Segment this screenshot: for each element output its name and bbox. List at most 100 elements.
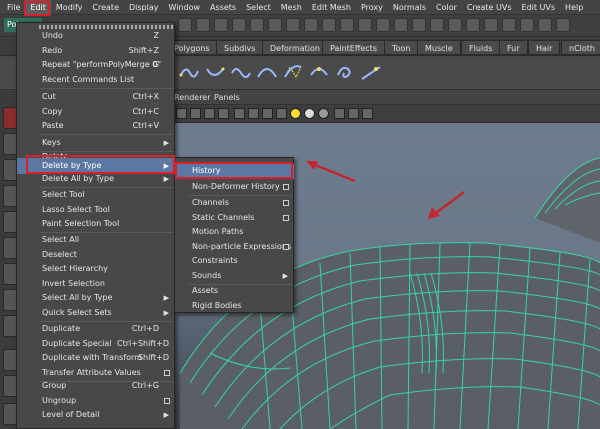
menu-item-redo[interactable]: Redo Shift+Z [17, 44, 175, 59]
option-box-icon[interactable] [283, 243, 289, 250]
menu-item-invert-selection[interactable]: Invert Selection [17, 277, 175, 292]
input-ops-icon[interactable] [376, 18, 390, 32]
panel-menu-panels[interactable]: Panels [214, 91, 240, 105]
tab-subdivs[interactable]: Subdivs [216, 40, 264, 55]
submenu-item-static-channels[interactable]: Static Channels [175, 211, 294, 226]
menu-item-select-hierarchy[interactable]: Select Hierarchy [17, 262, 175, 277]
xray-joints-icon[interactable] [362, 108, 373, 119]
outliner-icon[interactable] [502, 18, 516, 32]
menu-assets[interactable]: Assets [205, 0, 241, 15]
menu-help[interactable]: Help [560, 0, 588, 15]
submenu-item-constraints[interactable]: Constraints [175, 254, 294, 269]
menu-edit-uvs[interactable]: Edit UVs [517, 0, 561, 15]
menu-edit-mesh[interactable]: Edit Mesh [307, 0, 356, 15]
tab-toon[interactable]: Toon [384, 40, 419, 55]
tool-settings-icon[interactable] [466, 18, 480, 32]
menu-create[interactable]: Create [87, 0, 124, 15]
submenu-item-assets[interactable]: Assets [175, 284, 294, 299]
submenu-item-rigid-bodies[interactable]: Rigid Bodies [175, 299, 294, 314]
wireframe-icon[interactable] [234, 108, 245, 119]
menu-color[interactable]: Color [431, 0, 462, 15]
graph-editor-icon[interactable] [538, 18, 552, 32]
menu-item-select-all-by-type[interactable]: Select All by Type ▶ [17, 291, 175, 306]
wireframe-on-shaded-icon[interactable] [262, 108, 273, 119]
menu-item-copy[interactable]: Copy Ctrl+C [17, 105, 175, 120]
cv-curve-icon[interactable] [282, 61, 304, 85]
snap-grid-icon[interactable] [232, 18, 246, 32]
menu-item-ungroup[interactable]: Ungroup [17, 394, 175, 409]
tab-fluids[interactable]: Fluids [461, 40, 501, 55]
submenu-item-channels[interactable]: Channels [175, 196, 294, 211]
menu-item-quick-select-sets[interactable]: Quick Select Sets ▶ [17, 306, 175, 321]
tab-deformation[interactable]: Deformation [262, 40, 328, 55]
attribute-editor-icon[interactable] [448, 18, 462, 32]
option-box-icon[interactable] [283, 184, 289, 190]
select-by-object-icon[interactable] [196, 18, 210, 32]
pencil-curve-icon[interactable] [230, 61, 252, 85]
menu-item-deselect[interactable]: Deselect [17, 248, 175, 263]
menu-select[interactable]: Select [241, 0, 276, 15]
texture-toggle-icon[interactable] [218, 108, 229, 119]
camera-attributes-icon[interactable] [176, 108, 187, 119]
tab-hair[interactable]: Hair [528, 40, 561, 55]
menu-normals[interactable]: Normals [388, 0, 431, 15]
menu-item-paint-selection-tool[interactable]: Paint Selection Tool [17, 217, 175, 232]
smooth-shade-icon[interactable] [248, 108, 259, 119]
select-by-hierarchy-icon[interactable] [178, 18, 192, 32]
image-plane-icon[interactable] [204, 108, 215, 119]
menu-item-cut[interactable]: Cut Ctrl+X [17, 90, 175, 105]
menu-item-keys[interactable]: Keys ▶ [17, 136, 175, 151]
submenu-item-sounds[interactable]: Sounds ▶ [175, 269, 294, 284]
curve-tool-icon[interactable] [178, 61, 200, 85]
layer-editor-icon[interactable] [484, 18, 498, 32]
menu-file[interactable]: File [2, 0, 25, 15]
menu-item-paste[interactable]: Paste Ctrl+V [17, 119, 175, 134]
panel-menu-renderer[interactable]: Renderer [174, 91, 211, 105]
ipr-render-icon[interactable] [340, 18, 354, 32]
tab-muscle[interactable]: Muscle [417, 40, 461, 55]
all-lights-icon[interactable] [304, 108, 315, 119]
channel-box-icon[interactable] [430, 18, 444, 32]
arc-tool-icon[interactable] [256, 61, 278, 85]
menu-modify[interactable]: Modify [51, 0, 88, 15]
ui-toggle-icon[interactable] [556, 18, 570, 32]
render-icon[interactable] [322, 18, 336, 32]
spiral-curve-icon[interactable] [334, 61, 356, 85]
submenu-item-motion-paths[interactable]: Motion Paths [175, 225, 294, 240]
menu-item-repeat[interactable]: Repeat "performPolyMerge 0" G [17, 58, 175, 73]
select-by-component-icon[interactable] [214, 18, 228, 32]
menu-display[interactable]: Display [124, 0, 164, 15]
render-settings-icon[interactable] [358, 18, 372, 32]
option-box-icon[interactable] [283, 200, 289, 206]
menu-item-transfer-attribute-values[interactable]: Transfer Attribute Values [17, 366, 175, 381]
option-box-icon[interactable] [164, 369, 170, 376]
ep-curve-icon[interactable] [204, 61, 226, 85]
menu-item-duplicate[interactable]: Duplicate Ctrl+D [17, 322, 175, 337]
tab-painteffects[interactable]: PaintEffects [322, 40, 385, 55]
menu-item-duplicate-special[interactable]: Duplicate Special Ctrl+Shift+D [17, 337, 175, 352]
tab-ncloth[interactable]: nCloth [561, 40, 600, 55]
shadows-icon[interactable] [318, 108, 329, 119]
hypershade-icon[interactable] [520, 18, 534, 32]
isolate-select-icon[interactable] [348, 108, 359, 119]
menu-mesh[interactable]: Mesh [276, 0, 307, 15]
tab-fur[interactable]: Fur [499, 40, 528, 55]
snap-point-icon[interactable] [268, 18, 282, 32]
menu-item-delete-all-by-type[interactable]: Delete All by Type ▶ [17, 172, 175, 187]
menu-create-uvs[interactable]: Create UVs [462, 0, 517, 15]
menu-item-duplicate-with-transform[interactable]: Duplicate with Transform Shift+D [17, 351, 175, 366]
menu-item-recent-commands[interactable]: Recent Commands List [17, 73, 175, 88]
bezier-curve-icon[interactable] [308, 61, 330, 85]
bookmark-icon[interactable] [190, 108, 201, 119]
menu-window[interactable]: Window [164, 0, 206, 15]
xray-icon[interactable] [334, 108, 345, 119]
menu-item-lasso-select-tool[interactable]: Lasso Select Tool [17, 203, 175, 218]
submenu-item-non-particle-expressions[interactable]: Non-particle Expressions [175, 240, 294, 255]
menu-item-group[interactable]: Group Ctrl+G [17, 379, 175, 394]
menu-item-undo[interactable]: Undo Z [17, 29, 175, 44]
wand-icon[interactable] [412, 18, 426, 32]
option-box-icon[interactable] [283, 214, 289, 221]
menu-proxy[interactable]: Proxy [356, 0, 388, 15]
snap-curve-icon[interactable] [250, 18, 264, 32]
construction-history-icon[interactable] [304, 18, 318, 32]
